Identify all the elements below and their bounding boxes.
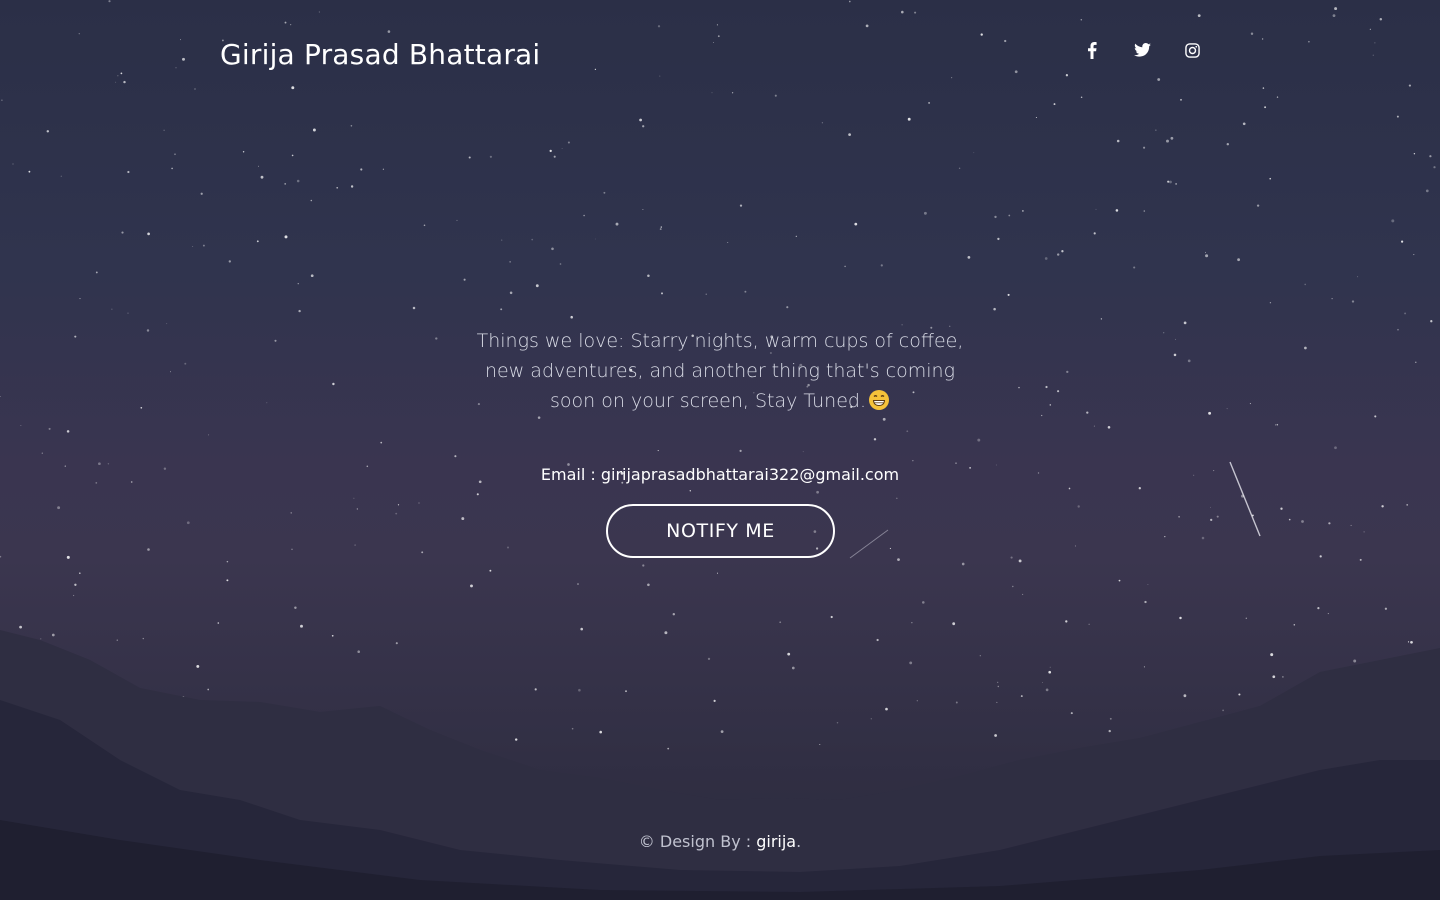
facebook-link[interactable] [1080, 38, 1104, 62]
tagline-copy: Things we love: Starry nights, warm cups… [476, 330, 964, 412]
facebook-icon [1088, 41, 1097, 59]
instagram-icon [1184, 42, 1200, 58]
footer-author-link[interactable]: girija [756, 832, 796, 851]
social-links [1080, 38, 1204, 62]
twitter-icon [1133, 43, 1151, 57]
footer-prefix: © Design By : [638, 832, 752, 851]
footer-suffix: . [796, 832, 802, 851]
footer-credit: © Design By : girija. [420, 832, 1020, 851]
instagram-link[interactable] [1180, 38, 1204, 62]
email-address[interactable]: girijaprasadbhattarai322@gmail.com [601, 465, 899, 484]
site-brand[interactable]: Girija Prasad Bhattarai [220, 38, 540, 71]
tagline-text: Things we love: Starry nights, warm cups… [460, 326, 980, 416]
twitter-link[interactable] [1130, 38, 1154, 62]
contact-email: Email : girijaprasadbhattarai322@gmail.c… [420, 465, 1020, 484]
notify-me-button[interactable]: NOTIFY ME [606, 504, 835, 558]
email-label: Email : [540, 465, 596, 484]
page-content: Girija Prasad Bhattarai Things we love: … [0, 0, 1440, 900]
grinning-face-emoji-icon [868, 390, 889, 410]
